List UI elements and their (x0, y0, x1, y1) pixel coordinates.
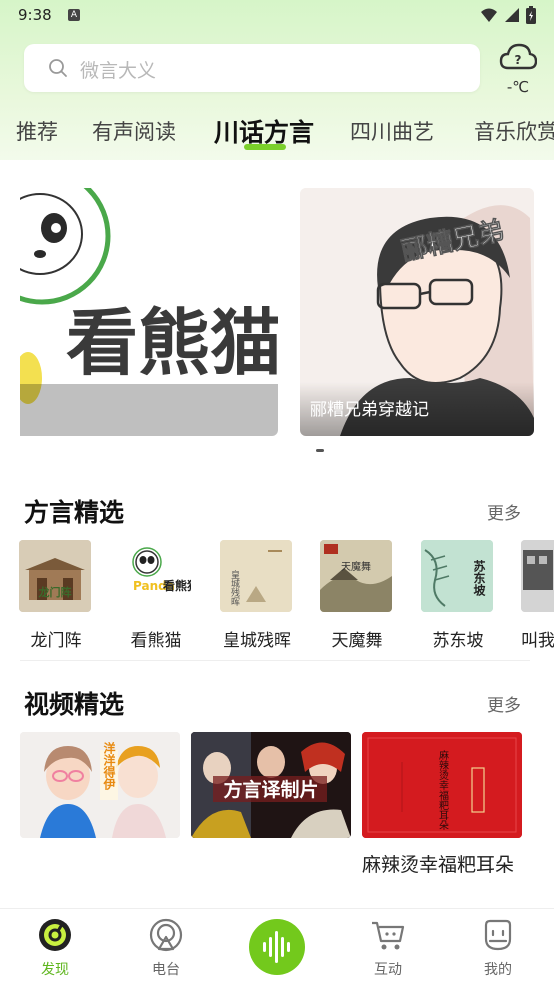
cloud-question-icon: ? (499, 43, 537, 70)
discover-icon (39, 919, 71, 951)
video-thumb: 洋洋得伊 (20, 732, 180, 838)
dialect-label: 叫我 (521, 631, 554, 651)
wifi-icon (481, 8, 497, 22)
active-tab-indicator (244, 144, 286, 150)
svg-text:苏东坡: 苏东坡 (472, 559, 486, 597)
battery-icon (526, 6, 536, 24)
tab-sichuan-opera[interactable]: 四川曲艺 (350, 116, 434, 146)
banner-caption: 郦糟兄弟穿越记 (310, 400, 429, 420)
svg-text:洋洋得伊: 洋洋得伊 (102, 741, 116, 791)
notification-a-icon: A (68, 9, 80, 21)
nav-interaction[interactable]: 互动 (348, 909, 428, 984)
section-divider (20, 660, 530, 661)
svg-text:方言译制片: 方言译制片 (223, 778, 318, 801)
video-thumb: 麻辣烫幸福粑耳朵 (362, 732, 522, 838)
dialect-cover: Panda看熊猫 (119, 540, 191, 612)
signal-icon (505, 8, 519, 22)
video-section-title: 视频精选 (24, 690, 125, 719)
nav-profile[interactable]: 我的 (458, 909, 538, 984)
dialect-label: 龙门阵 (30, 631, 82, 651)
svg-text:龙门阵: 龙门阵 (38, 585, 72, 599)
dialect-cover: 龙门阵 (19, 540, 91, 612)
dialect-item-huangcheng[interactable]: 皇城残晖 皇城残晖 (220, 540, 294, 651)
video-card[interactable]: 方言译制片 (191, 732, 351, 850)
panda-art-title: 看熊猫 (66, 300, 278, 385)
svg-text:麻辣烫幸福粑耳朵: 麻辣烫幸福粑耳朵 (437, 749, 449, 831)
svg-text:?: ? (515, 53, 522, 67)
dialect-label: 皇城残晖 (223, 631, 291, 651)
status-icons (480, 6, 536, 24)
weather-temp: -℃ (506, 78, 530, 96)
video-list: 洋洋得伊 方言译制片 麻辣烫幸福粑耳朵 麻辣烫幸福粑耳朵 (0, 732, 554, 912)
nav-label: 发现 (41, 962, 69, 978)
dialect-item-tianmowu[interactable]: 天魔舞 天魔舞 (320, 540, 394, 651)
dialect-section-title: 方言精选 (24, 498, 125, 527)
dialect-cover (521, 540, 554, 612)
svg-text:天魔舞: 天魔舞 (341, 560, 371, 573)
panda-artwork: 看熊猫 (20, 188, 278, 436)
dialect-label: 天魔舞 (331, 631, 383, 651)
video-card[interactable]: 麻辣烫幸福粑耳朵 麻辣烫幸福粑耳朵 (362, 732, 522, 880)
nav-voice-button[interactable] (249, 919, 305, 975)
category-tabs: 推荐 有声阅读 川话方言 四川曲艺 音乐欣赏 (0, 110, 554, 156)
svg-text:皇城残晖: 皇城残晖 (229, 569, 240, 607)
nav-label: 互动 (374, 962, 402, 978)
tab-audio-reading[interactable]: 有声阅读 (92, 116, 176, 146)
status-bar: 9:38 A (0, 0, 554, 32)
banner-slide-panda[interactable]: 看熊猫 (20, 188, 278, 436)
cart-icon (372, 921, 405, 950)
dialect-label: 苏东坡 (432, 631, 484, 651)
dialect-list: 龙门阵 龙门阵 Panda看熊猫 看熊猫 皇城残晖 皇城残晖 天魔舞 天魔舞 苏… (0, 540, 554, 652)
dialect-item-jiaowo[interactable]: 叫我 (521, 540, 554, 651)
status-time: 9:38 (18, 6, 52, 24)
profile-icon (484, 919, 512, 951)
svg-text:看熊猫: 看熊猫 (163, 578, 191, 593)
dialect-item-longmenzhen[interactable]: 龙门阵 龙门阵 (19, 540, 93, 651)
search-placeholder: 微言大义 (80, 60, 157, 82)
dialect-cover: 皇城残晖 (220, 540, 292, 612)
nav-label: 电台 (152, 962, 180, 978)
tab-recommend[interactable]: 推荐 (16, 116, 58, 146)
banner-carousel: 看熊猫 郦糟兄弟 郦糟兄弟穿越记 (0, 160, 554, 470)
dialect-cover: 苏东坡 (421, 540, 493, 612)
dialect-cover: 天魔舞 (320, 540, 392, 612)
dialect-label: 看熊猫 (130, 631, 182, 651)
nav-discover[interactable]: 发现 (15, 909, 95, 984)
weather-widget[interactable]: ? -℃ (496, 40, 540, 98)
tab-music[interactable]: 音乐欣赏 (474, 116, 554, 146)
banner-slide-brothers[interactable]: 郦糟兄弟 郦糟兄弟穿越记 (300, 188, 534, 436)
bottom-navigation: 发现 电台 互动 我的 (0, 908, 554, 984)
voice-wave-icon (263, 931, 290, 963)
dialect-item-panda[interactable]: Panda看熊猫 看熊猫 (119, 540, 193, 651)
carousel-indicator (316, 449, 324, 452)
video-more-link[interactable]: 更多 (487, 691, 521, 716)
nav-label: 我的 (484, 962, 512, 978)
search-icon (49, 59, 67, 77)
video-thumb: 方言译制片 (191, 732, 351, 838)
dialect-item-sudongpo[interactable]: 苏东坡 苏东坡 (421, 540, 495, 651)
nav-radio[interactable]: 电台 (126, 909, 206, 984)
video-title: 麻辣烫幸福粑耳朵 (362, 854, 515, 876)
dialect-more-link[interactable]: 更多 (487, 499, 521, 524)
radio-icon (149, 918, 183, 952)
video-card[interactable]: 洋洋得伊 (20, 732, 180, 850)
search-box[interactable]: 微言大义 (24, 44, 480, 92)
